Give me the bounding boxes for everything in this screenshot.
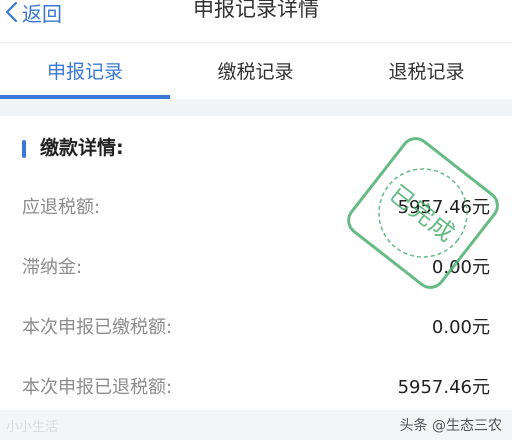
- row-label: 应退税额:: [22, 197, 101, 218]
- footer-watermark-bar: 小小生活 头条 @生态三农: [0, 410, 512, 440]
- watermark-left: 小小生活: [6, 420, 59, 435]
- section-title: 缴款详情:: [40, 137, 124, 159]
- tab-label: 缴税记录: [217, 61, 294, 83]
- row-label: 本次申报已缴税额:: [22, 317, 173, 338]
- nav-bar: 返回 申报记录详情: [0, 0, 512, 43]
- tab-refund-records[interactable]: 退税记录: [341, 43, 512, 98]
- row-label: 本次申报已退税额:: [22, 377, 173, 398]
- tab-declaration-records[interactable]: 申报记录: [0, 43, 170, 98]
- detail-row-paid-tax: 本次申报已缴税额: 0.00元: [0, 296, 512, 354]
- tab-payment-records[interactable]: 缴税记录: [170, 43, 341, 98]
- page-title: 申报记录详情: [193, 0, 319, 21]
- tab-label: 退税记录: [388, 61, 465, 83]
- detail-row-refunded-tax: 本次申报已退税额: 5957.46元: [0, 356, 512, 414]
- tab-bar: 申报记录 缴税记录 退税记录: [0, 43, 512, 98]
- section-divider: [0, 99, 512, 116]
- row-value: 0.00元: [431, 317, 490, 338]
- tab-label: 申报记录: [46, 61, 123, 83]
- watermark-right: 头条 @生态三农: [399, 418, 502, 434]
- section-accent-bar: [22, 140, 26, 158]
- row-label: 滞纳金:: [22, 257, 83, 278]
- row-value: 5957.46元: [397, 377, 490, 398]
